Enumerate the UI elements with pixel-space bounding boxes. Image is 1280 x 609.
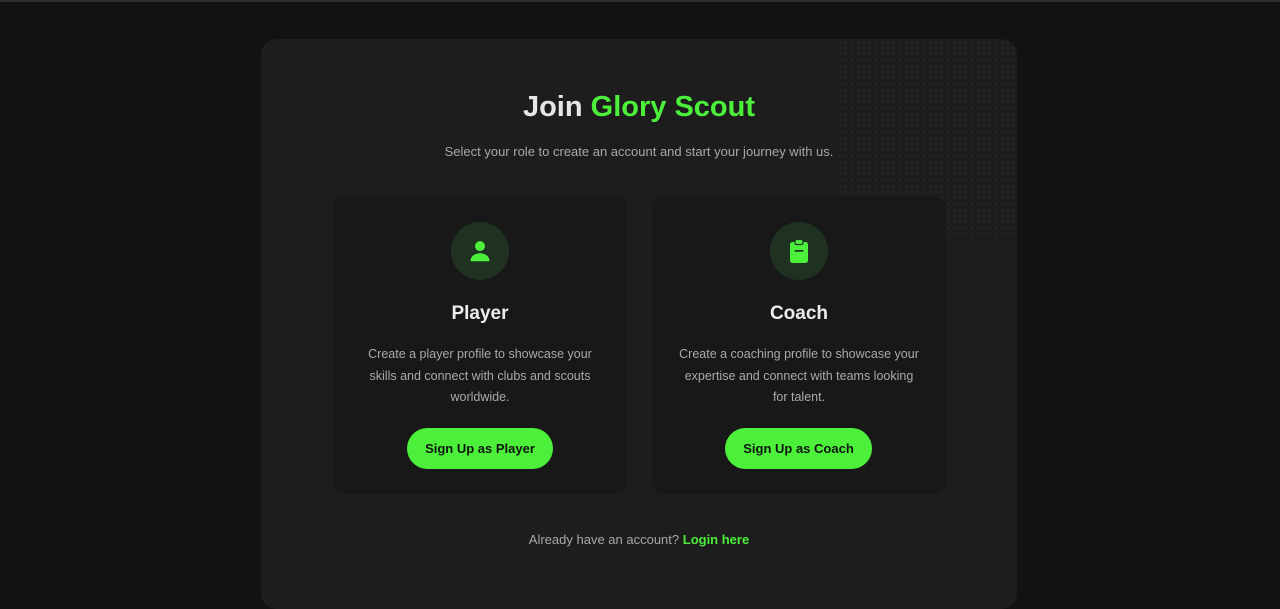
signup-panel: Join Glory Scout Select your role to cre… — [261, 39, 1017, 609]
player-card-description: Create a player profile to showcase your… — [368, 347, 592, 404]
page-title: Join Glory Scout — [261, 89, 1017, 125]
login-prompt: Already have an account? Login here — [261, 532, 1017, 547]
coach-icon-badge — [770, 222, 828, 280]
sign-up-player-button[interactable]: Sign Up as Player — [407, 428, 553, 469]
player-card-title: Player — [451, 303, 509, 324]
player-icon-badge — [451, 222, 509, 280]
page-subtitle: Select your role to create an account an… — [444, 144, 834, 159]
login-link[interactable]: Login here — [683, 532, 749, 547]
coach-card-title: Coach — [769, 303, 829, 324]
coach-role-card: Coach Create a coaching profile to showc… — [652, 196, 946, 494]
login-prompt-text: Already have an account? — [528, 532, 680, 547]
user-icon — [470, 241, 490, 262]
player-role-card: Player Create a player profile to showca… — [333, 196, 627, 494]
sign-up-coach-button[interactable]: Sign Up as Coach — [725, 428, 872, 469]
clipboard-icon — [790, 238, 808, 263]
title-prefix: Join — [522, 91, 583, 123]
coach-card-description: Create a coaching profile to showcase yo… — [679, 347, 919, 404]
window-top-border — [0, 0, 1280, 2]
brand-name: Glory Scout — [590, 91, 756, 123]
